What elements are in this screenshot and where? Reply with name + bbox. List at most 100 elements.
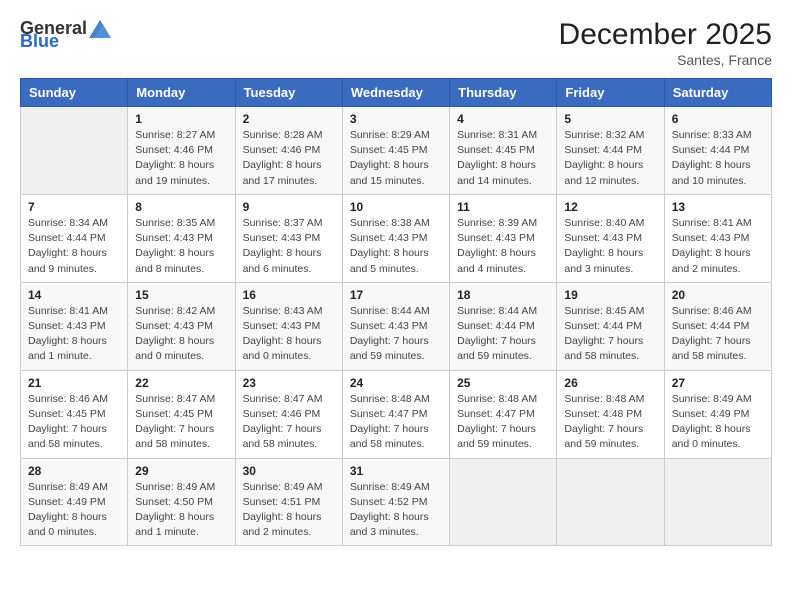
col-header-wednesday: Wednesday	[342, 79, 449, 107]
day-info: Sunrise: 8:47 AMSunset: 4:45 PMDaylight:…	[135, 392, 227, 453]
day-info: Sunrise: 8:49 AMSunset: 4:49 PMDaylight:…	[28, 480, 120, 541]
day-info: Sunrise: 8:35 AMSunset: 4:43 PMDaylight:…	[135, 216, 227, 277]
day-info: Sunrise: 8:27 AMSunset: 4:46 PMDaylight:…	[135, 128, 227, 189]
day-cell: 27 Sunrise: 8:49 AMSunset: 4:49 PMDayligh…	[664, 370, 771, 458]
day-cell: 25 Sunrise: 8:48 AMSunset: 4:47 PMDayligh…	[450, 370, 557, 458]
logo-area: General Blue	[20, 18, 113, 52]
header: General Blue December 2025 Santes, Franc…	[20, 18, 772, 68]
day-number: 5	[564, 112, 656, 126]
day-info: Sunrise: 8:42 AMSunset: 4:43 PMDaylight:…	[135, 304, 227, 365]
day-info: Sunrise: 8:34 AMSunset: 4:44 PMDaylight:…	[28, 216, 120, 277]
week-row-0: 1 Sunrise: 8:27 AMSunset: 4:46 PMDaylight…	[21, 107, 772, 195]
day-number: 1	[135, 112, 227, 126]
day-number: 16	[243, 288, 335, 302]
day-cell	[21, 107, 128, 195]
page: General Blue December 2025 Santes, Franc…	[0, 0, 792, 612]
day-cell: 13 Sunrise: 8:41 AMSunset: 4:43 PMDayligh…	[664, 194, 771, 282]
day-info: Sunrise: 8:44 AMSunset: 4:44 PMDaylight:…	[457, 304, 549, 365]
day-cell: 21 Sunrise: 8:46 AMSunset: 4:45 PMDayligh…	[21, 370, 128, 458]
day-cell: 31 Sunrise: 8:49 AMSunset: 4:52 PMDayligh…	[342, 458, 449, 546]
day-cell: 8 Sunrise: 8:35 AMSunset: 4:43 PMDaylight…	[128, 194, 235, 282]
day-info: Sunrise: 8:43 AMSunset: 4:43 PMDaylight:…	[243, 304, 335, 365]
logo-blue: Blue	[20, 31, 59, 51]
day-cell: 22 Sunrise: 8:47 AMSunset: 4:45 PMDayligh…	[128, 370, 235, 458]
day-info: Sunrise: 8:45 AMSunset: 4:44 PMDaylight:…	[564, 304, 656, 365]
day-number: 22	[135, 376, 227, 390]
col-header-saturday: Saturday	[664, 79, 771, 107]
day-cell: 18 Sunrise: 8:44 AMSunset: 4:44 PMDayligh…	[450, 282, 557, 370]
week-row-2: 14 Sunrise: 8:41 AMSunset: 4:43 PMDayligh…	[21, 282, 772, 370]
day-cell: 1 Sunrise: 8:27 AMSunset: 4:46 PMDaylight…	[128, 107, 235, 195]
col-header-tuesday: Tuesday	[235, 79, 342, 107]
day-info: Sunrise: 8:49 AMSunset: 4:52 PMDaylight:…	[350, 480, 442, 541]
day-info: Sunrise: 8:41 AMSunset: 4:43 PMDaylight:…	[672, 216, 764, 277]
day-number: 18	[457, 288, 549, 302]
day-cell: 16 Sunrise: 8:43 AMSunset: 4:43 PMDayligh…	[235, 282, 342, 370]
day-number: 29	[135, 464, 227, 478]
day-number: 2	[243, 112, 335, 126]
day-info: Sunrise: 8:37 AMSunset: 4:43 PMDaylight:…	[243, 216, 335, 277]
day-cell: 20 Sunrise: 8:46 AMSunset: 4:44 PMDayligh…	[664, 282, 771, 370]
col-header-monday: Monday	[128, 79, 235, 107]
day-number: 13	[672, 200, 764, 214]
day-number: 28	[28, 464, 120, 478]
day-cell	[450, 458, 557, 546]
day-info: Sunrise: 8:33 AMSunset: 4:44 PMDaylight:…	[672, 128, 764, 189]
day-info: Sunrise: 8:48 AMSunset: 4:47 PMDaylight:…	[350, 392, 442, 453]
title-area: December 2025 Santes, France	[559, 18, 772, 68]
location: Santes, France	[559, 52, 772, 68]
day-info: Sunrise: 8:47 AMSunset: 4:46 PMDaylight:…	[243, 392, 335, 453]
day-cell: 7 Sunrise: 8:34 AMSunset: 4:44 PMDaylight…	[21, 194, 128, 282]
day-cell: 14 Sunrise: 8:41 AMSunset: 4:43 PMDayligh…	[21, 282, 128, 370]
day-cell: 11Sunrise: 8:39 AMSunset: 4:43 PMDayligh…	[450, 194, 557, 282]
day-number: 25	[457, 376, 549, 390]
day-info: Sunrise: 8:44 AMSunset: 4:43 PMDaylight:…	[350, 304, 442, 365]
week-row-4: 28 Sunrise: 8:49 AMSunset: 4:49 PMDayligh…	[21, 458, 772, 546]
day-number: 17	[350, 288, 442, 302]
day-info: Sunrise: 8:41 AMSunset: 4:43 PMDaylight:…	[28, 304, 120, 365]
day-number: 20	[672, 288, 764, 302]
day-cell: 26 Sunrise: 8:48 AMSunset: 4:48 PMDayligh…	[557, 370, 664, 458]
day-number: 21	[28, 376, 120, 390]
day-number: 4	[457, 112, 549, 126]
day-cell: 12Sunrise: 8:40 AMSunset: 4:43 PMDayligh…	[557, 194, 664, 282]
day-info: Sunrise: 8:46 AMSunset: 4:44 PMDaylight:…	[672, 304, 764, 365]
day-number: 6	[672, 112, 764, 126]
day-cell: 3Sunrise: 8:29 AMSunset: 4:45 PMDaylight…	[342, 107, 449, 195]
day-info: Sunrise: 8:28 AMSunset: 4:46 PMDaylight:…	[243, 128, 335, 189]
day-number: 27	[672, 376, 764, 390]
day-info: Sunrise: 8:29 AMSunset: 4:45 PMDaylight:…	[350, 128, 442, 189]
week-row-3: 21 Sunrise: 8:46 AMSunset: 4:45 PMDayligh…	[21, 370, 772, 458]
week-row-1: 7 Sunrise: 8:34 AMSunset: 4:44 PMDaylight…	[21, 194, 772, 282]
day-info: Sunrise: 8:49 AMSunset: 4:49 PMDaylight:…	[672, 392, 764, 453]
day-number: 9	[243, 200, 335, 214]
day-info: Sunrise: 8:48 AMSunset: 4:47 PMDaylight:…	[457, 392, 549, 453]
day-info: Sunrise: 8:46 AMSunset: 4:45 PMDaylight:…	[28, 392, 120, 453]
col-header-friday: Friday	[557, 79, 664, 107]
day-number: 7	[28, 200, 120, 214]
day-info: Sunrise: 8:40 AMSunset: 4:43 PMDaylight:…	[564, 216, 656, 277]
col-header-sunday: Sunday	[21, 79, 128, 107]
day-number: 8	[135, 200, 227, 214]
day-cell: 24Sunrise: 8:48 AMSunset: 4:47 PMDayligh…	[342, 370, 449, 458]
day-number: 26	[564, 376, 656, 390]
day-number: 30	[243, 464, 335, 478]
day-info: Sunrise: 8:31 AMSunset: 4:45 PMDaylight:…	[457, 128, 549, 189]
day-number: 19	[564, 288, 656, 302]
day-number: 31	[350, 464, 442, 478]
day-info: Sunrise: 8:48 AMSunset: 4:48 PMDaylight:…	[564, 392, 656, 453]
day-info: Sunrise: 8:32 AMSunset: 4:44 PMDaylight:…	[564, 128, 656, 189]
calendar-table: SundayMondayTuesdayWednesdayThursdayFrid…	[20, 78, 772, 546]
day-cell: 6 Sunrise: 8:33 AMSunset: 4:44 PMDaylight…	[664, 107, 771, 195]
day-number: 23	[243, 376, 335, 390]
month-title: December 2025	[559, 18, 772, 52]
header-row: SundayMondayTuesdayWednesdayThursdayFrid…	[21, 79, 772, 107]
day-number: 14	[28, 288, 120, 302]
logo-icon	[89, 20, 111, 38]
day-number: 11	[457, 200, 549, 214]
day-number: 10	[350, 200, 442, 214]
day-info: Sunrise: 8:49 AMSunset: 4:51 PMDaylight:…	[243, 480, 335, 541]
day-info: Sunrise: 8:49 AMSunset: 4:50 PMDaylight:…	[135, 480, 227, 541]
day-cell: 4 Sunrise: 8:31 AMSunset: 4:45 PMDaylight…	[450, 107, 557, 195]
day-cell: 23 Sunrise: 8:47 AMSunset: 4:46 PMDayligh…	[235, 370, 342, 458]
